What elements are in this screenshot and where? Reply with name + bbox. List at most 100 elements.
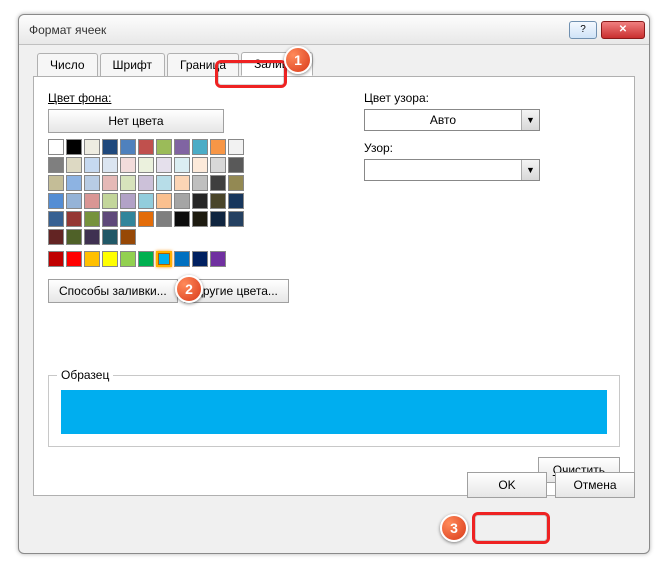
color-swatch[interactable] [120,157,136,173]
format-cells-dialog: Формат ячеек ? ✕ Число Шрифт Граница Зал… [18,14,650,554]
color-swatch[interactable] [66,229,82,245]
color-swatch[interactable] [192,211,208,227]
color-swatch[interactable] [102,229,118,245]
color-swatch[interactable] [48,139,64,155]
color-swatch[interactable] [156,139,172,155]
color-swatch[interactable] [66,175,82,191]
color-swatch[interactable] [84,157,100,173]
standard-color-swatch[interactable] [192,251,208,267]
color-swatch[interactable] [228,139,244,155]
chevron-down-icon: ▼ [521,160,539,180]
pattern-label: Узор: [364,141,540,155]
standard-color-swatch[interactable] [102,251,118,267]
sample-label: Образец [57,368,113,382]
callout-2: 2 [175,275,203,303]
cancel-button[interactable]: Отмена [555,472,635,498]
window-title: Формат ячеек [29,23,569,37]
pattern-value [365,160,521,180]
color-swatch[interactable] [120,229,136,245]
pattern-select[interactable]: ▼ [364,159,540,181]
fill-effects-button[interactable]: Способы заливки... [48,279,178,303]
color-swatch[interactable] [138,157,154,173]
color-swatch[interactable] [210,139,226,155]
standard-color-swatch[interactable] [120,251,136,267]
color-swatch[interactable] [120,175,136,191]
tab-font[interactable]: Шрифт [100,53,165,77]
color-swatch[interactable] [210,157,226,173]
color-swatch[interactable] [210,193,226,209]
standard-color-swatch[interactable] [210,251,226,267]
standard-color-row [48,251,348,267]
close-button[interactable]: ✕ [601,21,645,39]
color-swatch[interactable] [174,175,190,191]
color-swatch[interactable] [84,193,100,209]
pattern-color-label: Цвет узора: [364,91,540,105]
pattern-color-select[interactable]: Авто ▼ [364,109,540,131]
color-swatch[interactable] [174,211,190,227]
color-swatch[interactable] [84,139,100,155]
color-swatch[interactable] [192,157,208,173]
color-swatch[interactable] [102,193,118,209]
color-swatch[interactable] [48,229,64,245]
help-button[interactable]: ? [569,21,597,39]
tab-number[interactable]: Число [37,53,98,77]
color-swatch[interactable] [138,193,154,209]
color-swatch[interactable] [156,211,172,227]
color-swatch[interactable] [228,157,244,173]
standard-color-swatch[interactable] [174,251,190,267]
standard-color-swatch[interactable] [48,251,64,267]
color-swatch[interactable] [210,175,226,191]
color-swatch[interactable] [174,157,190,173]
color-swatch[interactable] [210,211,226,227]
color-swatch[interactable] [228,175,244,191]
standard-color-swatch[interactable] [66,251,82,267]
color-swatch[interactable] [102,211,118,227]
color-swatch[interactable] [228,211,244,227]
callout-3: 3 [440,514,468,542]
standard-color-swatch[interactable] [156,251,172,267]
color-swatch[interactable] [228,193,244,209]
fill-panel: Цвет фона: Нет цвета Способы заливки... … [33,76,635,496]
no-color-button[interactable]: Нет цвета [48,109,224,133]
color-swatch[interactable] [156,157,172,173]
color-swatch[interactable] [138,139,154,155]
chevron-down-icon: ▼ [521,110,539,130]
ok-button[interactable]: OK [467,472,547,498]
color-swatch[interactable] [192,193,208,209]
color-swatch[interactable] [102,157,118,173]
color-swatch[interactable] [102,139,118,155]
pattern-section: Цвет узора: Авто ▼ Узор: ▼ [364,91,540,303]
color-swatch[interactable] [48,175,64,191]
color-swatch[interactable] [156,175,172,191]
color-swatch[interactable] [156,193,172,209]
color-swatch[interactable] [66,193,82,209]
highlight-ring-ok [472,512,550,544]
highlight-ring-tab [215,60,287,88]
color-swatch[interactable] [138,175,154,191]
color-swatch[interactable] [174,139,190,155]
color-swatch[interactable] [66,211,82,227]
background-color-section: Цвет фона: Нет цвета Способы заливки... … [48,91,348,303]
color-swatch[interactable] [120,139,136,155]
color-swatch[interactable] [48,211,64,227]
window-buttons: ? ✕ [569,21,645,39]
color-swatch[interactable] [174,193,190,209]
color-swatch[interactable] [120,211,136,227]
color-swatch[interactable] [48,157,64,173]
color-swatch[interactable] [138,211,154,227]
color-swatch[interactable] [120,193,136,209]
bg-color-label: Цвет фона: [48,91,348,105]
standard-color-swatch[interactable] [84,251,100,267]
color-swatch[interactable] [192,175,208,191]
sample-fieldset: Образец [48,375,620,447]
standard-color-swatch[interactable] [138,251,154,267]
color-swatch[interactable] [84,211,100,227]
dialog-content: Число Шрифт Граница Заливка Цвет фона: Н… [19,45,649,510]
color-swatch[interactable] [192,139,208,155]
color-swatch[interactable] [84,229,100,245]
color-swatch[interactable] [66,139,82,155]
color-swatch[interactable] [48,193,64,209]
color-swatch[interactable] [84,175,100,191]
color-swatch[interactable] [102,175,118,191]
color-swatch[interactable] [66,157,82,173]
